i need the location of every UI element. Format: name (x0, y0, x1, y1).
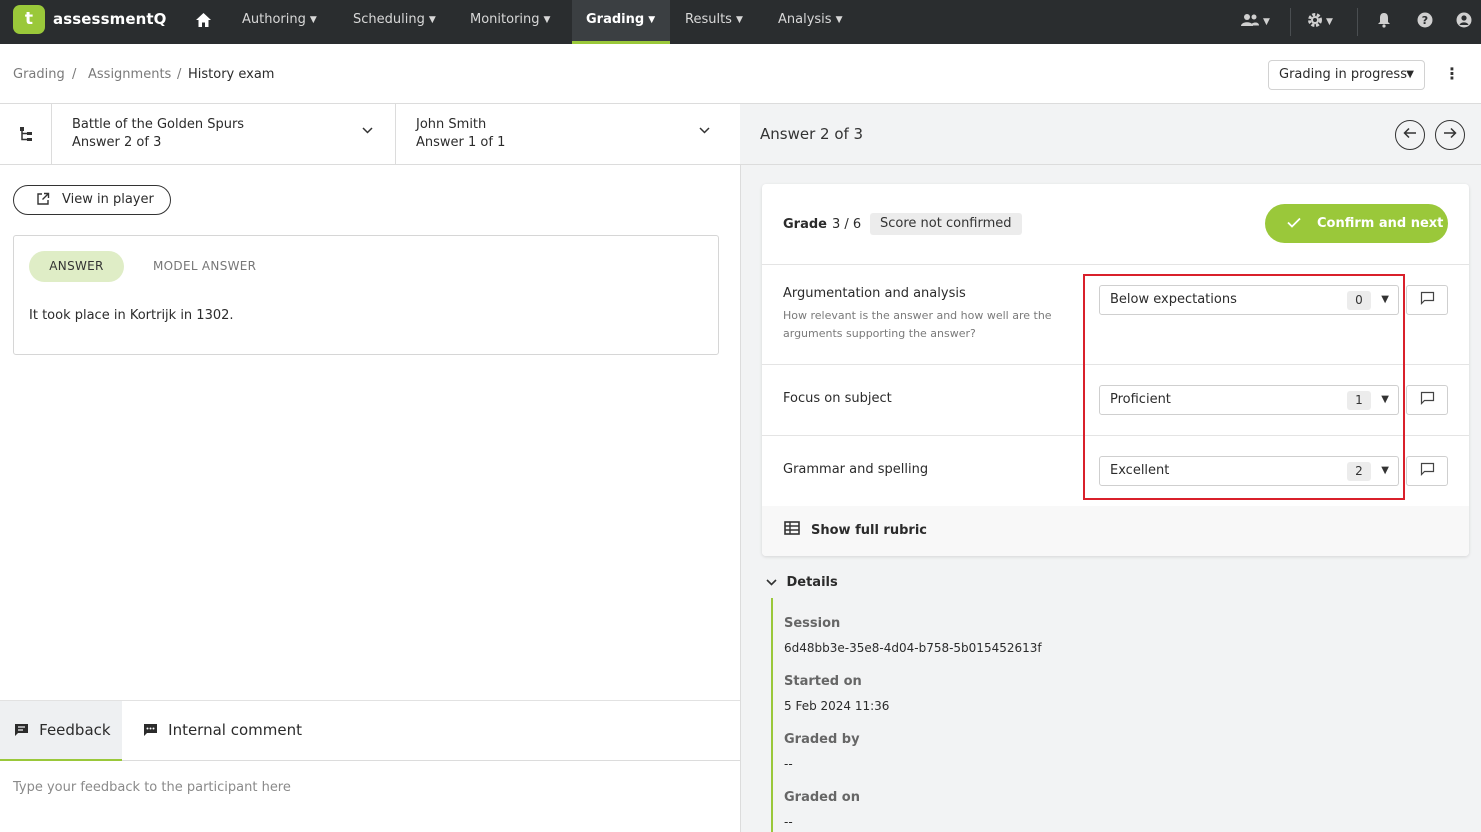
chevron-down-icon: ▼ (1326, 17, 1333, 27)
comment-icon (1420, 291, 1434, 305)
checkmark-icon (1287, 204, 1301, 243)
comment-icon (1420, 391, 1434, 405)
tab-answer[interactable]: ANSWER (29, 251, 124, 282)
chevron-down-icon: ▼ (309, 15, 317, 25)
chevron-down-icon: ▼ (835, 15, 843, 25)
breadcrumb-history-exam: History exam (188, 67, 275, 82)
grade-value: 3 / 6 (832, 217, 862, 232)
app-name[interactable]: assessmentQ (53, 10, 167, 28)
nav-analysis[interactable]: Analysis ▼ (764, 0, 856, 44)
detail-label-started-on: Started on (784, 674, 862, 689)
chevron-down-icon: ▼ (648, 15, 656, 25)
question-title: Battle of the Golden Spurs (72, 117, 245, 132)
breadcrumb-bar: Grading / Assignments / History exam Gra… (0, 44, 1481, 104)
chevron-down-icon: ▼ (543, 15, 551, 25)
tree-view-icon[interactable] (0, 104, 52, 164)
answer-card: ANSWER MODEL ANSWER It took place in Kor… (13, 235, 719, 355)
chevron-down-icon: ▼ (735, 15, 743, 25)
criterion-name: Focus on subject (783, 391, 892, 406)
participant-selector[interactable]: John Smith Answer 1 of 1 (396, 104, 740, 164)
answer-selectors: Battle of the Golden Spurs Answer 2 of 3… (0, 104, 740, 165)
next-answer-button[interactable] (1435, 120, 1465, 150)
criterion-description: How relevant is the answer and how well … (783, 309, 1052, 340)
breadcrumb-separator: / (177, 67, 182, 82)
grading-status-select[interactable]: Grading in progress ▼ (1268, 60, 1425, 90)
gear-icon[interactable]: ▼ (1307, 0, 1333, 44)
app-logo-icon[interactable]: t (13, 5, 45, 34)
bell-icon[interactable] (1377, 0, 1391, 44)
nav-results[interactable]: Results ▼ (671, 0, 757, 44)
question-selector[interactable]: Battle of the Golden Spurs Answer 2 of 3 (52, 104, 396, 164)
answer-position-title: Answer 2 of 3 (760, 125, 864, 143)
breadcrumb-grading[interactable]: Grading (13, 67, 65, 82)
detail-label-session: Session (784, 616, 841, 631)
chevron-down-icon: ▼ (1406, 69, 1414, 80)
tab-feedback[interactable]: Feedback (0, 701, 122, 761)
nav-monitoring[interactable]: Monitoring ▼ (456, 0, 564, 44)
chevron-down-icon: ▼ (428, 15, 436, 25)
external-link-icon (36, 186, 50, 214)
svg-text:?: ? (1422, 14, 1428, 27)
comment-icon (1420, 462, 1434, 476)
criterion-comment-button[interactable] (1406, 285, 1448, 315)
help-icon[interactable]: ? (1417, 0, 1433, 44)
chevron-down-icon (699, 124, 710, 137)
detail-value-graded-on: -- (784, 815, 793, 829)
answer-text: It took place in Kortrijk in 1302. (29, 308, 234, 323)
feedback-input[interactable]: Type your feedback to the participant he… (13, 780, 291, 795)
grade-header: Grade 3 / 6 Score not confirmed Confirm … (762, 184, 1469, 265)
chevron-down-icon (766, 578, 780, 589)
detail-value-started-on: 5 Feb 2024 11:36 (784, 699, 890, 713)
divider (1357, 8, 1358, 36)
tab-internal-comment[interactable]: Internal comment (143, 701, 302, 761)
nav-authoring[interactable]: Authoring ▼ (228, 0, 331, 44)
participant-answer-count: Answer 1 of 1 (416, 135, 506, 150)
divider (1290, 8, 1291, 36)
comment-icon (143, 724, 162, 739)
message-icon (14, 724, 33, 739)
participant-name: John Smith (416, 117, 487, 132)
tab-model-answer[interactable]: MODEL ANSWER (153, 251, 256, 282)
table-icon (784, 521, 800, 539)
detail-value-session: 6d48bb3e-35e8-4d04-b758-5b015452613f (784, 641, 1042, 655)
show-full-rubric-link[interactable]: Show full rubric (811, 523, 927, 538)
detail-label-graded-on: Graded on (784, 790, 860, 805)
account-icon[interactable] (1456, 0, 1472, 44)
previous-answer-button[interactable] (1395, 120, 1425, 150)
question-answer-count: Answer 2 of 3 (72, 135, 162, 150)
home-icon[interactable] (195, 0, 212, 44)
chevron-down-icon (362, 124, 373, 137)
detail-label-graded-by: Graded by (784, 732, 860, 747)
chevron-down-icon: ▼ (1263, 17, 1270, 27)
users-icon[interactable]: ▼ (1240, 0, 1270, 44)
rubric-footer: Show full rubric (762, 506, 1469, 556)
criterion-comment-button[interactable] (1406, 385, 1448, 415)
nav-grading[interactable]: Grading ▼ (572, 0, 670, 44)
detail-value-graded-by: -- (784, 757, 793, 771)
details-toggle[interactable]: Details (766, 575, 838, 590)
criterion-comment-button[interactable] (1406, 456, 1448, 486)
breadcrumb-assignments[interactable]: Assignments (88, 67, 171, 82)
nav-scheduling[interactable]: Scheduling ▼ (339, 0, 450, 44)
grade-label: Grade (783, 217, 827, 232)
criterion-name: Argumentation and analysis (783, 286, 966, 301)
top-navigation-bar: t assessmentQ Authoring ▼ Scheduling ▼ Mon… (0, 0, 1481, 44)
view-in-player-button[interactable]: View in player (13, 185, 171, 215)
confirm-and-next-button[interactable]: Confirm and next (1265, 204, 1448, 243)
criterion-name: Grammar and spelling (783, 462, 929, 477)
more-options-icon[interactable]: ⋮ (1444, 64, 1460, 83)
details-rail (771, 598, 773, 832)
score-status-badge: Score not confirmed (870, 213, 1022, 235)
breadcrumb-separator: / (72, 67, 77, 82)
feedback-tabs: Feedback Internal comment (0, 700, 740, 761)
highlight-box (1083, 274, 1405, 500)
